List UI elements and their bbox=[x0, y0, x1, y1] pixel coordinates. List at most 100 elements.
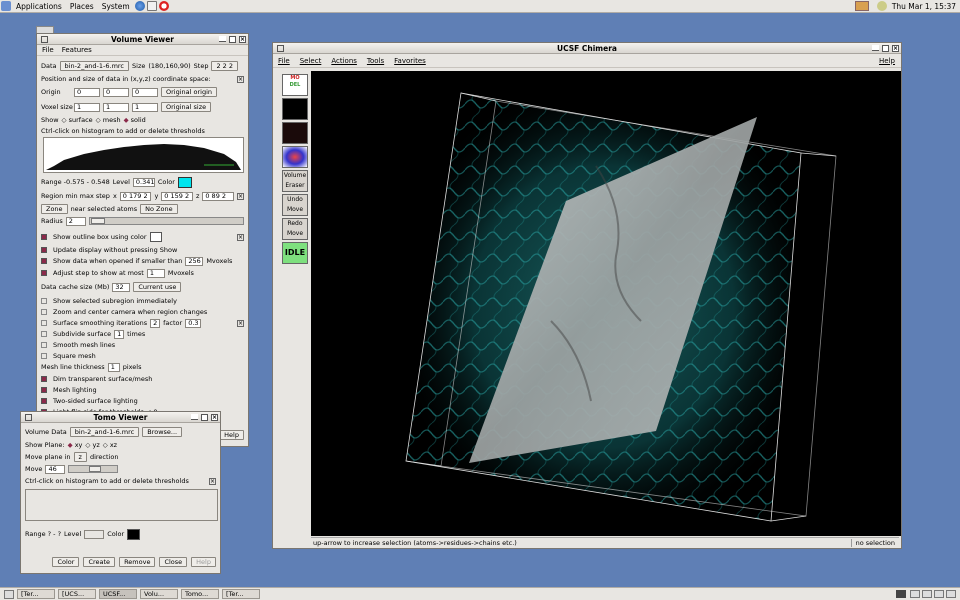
workspace-1-icon[interactable] bbox=[910, 590, 920, 598]
task-ucsf-1[interactable]: [UCS... bbox=[58, 589, 96, 599]
graphics-viewport[interactable] bbox=[311, 71, 901, 536]
help-button[interactable]: Help bbox=[219, 430, 244, 440]
maximize-icon[interactable] bbox=[882, 45, 889, 52]
volume-data-menu[interactable]: bin-2_and-1-6.mrc bbox=[69, 427, 140, 437]
tomo-color-button[interactable]: Color bbox=[52, 557, 80, 567]
smoothing-factor-field[interactable]: 0.3 bbox=[185, 318, 202, 328]
close-histogram-icon[interactable]: × bbox=[209, 477, 216, 485]
task-terminal-2[interactable]: [Ter... bbox=[222, 589, 260, 599]
menu-features[interactable]: Features bbox=[62, 46, 92, 54]
undo-move-button[interactable]: Undo Move bbox=[282, 194, 308, 216]
move-direction-menu[interactable]: z bbox=[73, 452, 87, 462]
move-slider[interactable] bbox=[68, 465, 119, 473]
minimize-icon[interactable] bbox=[872, 45, 879, 51]
tomo-close-button[interactable]: Close bbox=[159, 557, 188, 567]
mesh-thickness-field[interactable]: 1 bbox=[107, 362, 120, 372]
origin-x-field[interactable]: 0 bbox=[74, 87, 100, 97]
tomo-level-field[interactable] bbox=[84, 529, 105, 539]
subdivide-checkbox[interactable] bbox=[41, 331, 47, 337]
window-menu-icon[interactable] bbox=[25, 414, 32, 421]
current-use-button[interactable]: Current use bbox=[133, 282, 182, 292]
task-ucsf-2[interactable]: UCSF... bbox=[99, 589, 137, 599]
plane-yz-radio[interactable]: ◇ yz bbox=[85, 441, 99, 449]
show-desktop-icon[interactable] bbox=[4, 589, 14, 599]
data-menu[interactable]: bin-2_and-1-6.mrc bbox=[59, 61, 130, 71]
region-x-field[interactable]: 0 179 2 bbox=[119, 191, 152, 201]
voxel-x-field[interactable]: 1 bbox=[74, 102, 100, 112]
show-when-opened-checkbox[interactable] bbox=[41, 258, 47, 264]
menu-system[interactable]: System bbox=[98, 2, 134, 11]
minimize-icon[interactable] bbox=[191, 414, 198, 420]
mesh-lighting-checkbox[interactable] bbox=[41, 387, 47, 393]
close-options-icon[interactable]: × bbox=[237, 233, 244, 241]
menu-help[interactable]: Help bbox=[879, 57, 895, 65]
volume-icon[interactable] bbox=[282, 122, 308, 144]
color-swatch[interactable] bbox=[177, 176, 192, 188]
move-field[interactable]: 46 bbox=[45, 464, 66, 474]
task-terminal-1[interactable]: [Ter... bbox=[17, 589, 55, 599]
radius-field[interactable]: 2 bbox=[65, 216, 86, 226]
outline-box-checkbox[interactable] bbox=[41, 234, 47, 240]
tomo-help-button[interactable]: Help bbox=[191, 557, 216, 567]
menu-tools[interactable]: Tools bbox=[367, 57, 384, 65]
show-solid-radio[interactable]: ◆ solid bbox=[124, 116, 146, 124]
show-mesh-radio[interactable]: ◇ mesh bbox=[96, 116, 121, 124]
foot-icon[interactable] bbox=[1, 1, 11, 11]
molecule-icon[interactable] bbox=[282, 146, 308, 168]
network-icon[interactable] bbox=[854, 1, 869, 11]
radius-slider[interactable] bbox=[88, 217, 244, 225]
origin-y-field[interactable]: 0 bbox=[103, 87, 129, 97]
tomo-histogram[interactable] bbox=[25, 489, 218, 521]
mail-icon[interactable] bbox=[146, 1, 157, 11]
smoothing-iterations-field[interactable]: 2 bbox=[150, 318, 161, 328]
no-zone-button[interactable]: No Zone bbox=[140, 204, 178, 214]
outline-color-swatch[interactable] bbox=[149, 232, 162, 242]
model-panel-icon[interactable]: MO DEL bbox=[282, 74, 308, 96]
subdivide-field[interactable]: 1 bbox=[114, 329, 125, 339]
radius-slider-handle[interactable] bbox=[90, 218, 105, 224]
dim-transparent-checkbox[interactable] bbox=[41, 376, 47, 382]
move-slider-handle[interactable] bbox=[89, 466, 102, 472]
subregion-checkbox[interactable] bbox=[41, 298, 47, 304]
task-tomo-viewer[interactable]: Tomo... bbox=[181, 589, 219, 599]
remove-button[interactable]: Remove bbox=[119, 557, 156, 567]
voxel-y-field[interactable]: 1 bbox=[103, 102, 129, 112]
menu-file[interactable]: File bbox=[278, 57, 290, 65]
volume-viewer-titlebar[interactable]: Volume Viewer × bbox=[37, 34, 248, 45]
close-surface-options-icon[interactable]: × bbox=[237, 319, 244, 327]
tomo-viewer-titlebar[interactable]: Tomo Viewer × bbox=[21, 412, 220, 423]
zoom-center-checkbox[interactable] bbox=[41, 309, 47, 315]
plane-xy-radio[interactable]: ◆ xy bbox=[68, 441, 83, 449]
maximize-icon[interactable] bbox=[201, 414, 208, 421]
close-section-icon[interactable]: × bbox=[237, 75, 244, 83]
zone-button[interactable]: Zone bbox=[41, 204, 68, 214]
redo-move-button[interactable]: Redo Move bbox=[282, 218, 308, 240]
voxel-z-field[interactable]: 1 bbox=[132, 102, 158, 112]
origin-z-field[interactable]: 0 bbox=[132, 87, 158, 97]
update-display-checkbox[interactable] bbox=[41, 247, 47, 253]
close-icon[interactable]: × bbox=[239, 36, 246, 43]
minimize-icon[interactable] bbox=[219, 36, 226, 42]
histogram[interactable] bbox=[43, 137, 244, 173]
menu-applications[interactable]: Applications bbox=[12, 2, 66, 11]
plane-xz-radio[interactable]: ◇ xz bbox=[103, 441, 117, 449]
close-icon[interactable]: × bbox=[211, 414, 218, 421]
square-mesh-checkbox[interactable] bbox=[41, 353, 47, 359]
region-z-field[interactable]: 0 89 2 bbox=[202, 191, 234, 201]
menu-file[interactable]: File bbox=[42, 46, 54, 54]
two-sided-checkbox[interactable] bbox=[41, 398, 47, 404]
cache-size-field[interactable]: 32 bbox=[112, 282, 131, 292]
original-origin-button[interactable]: Original origin bbox=[161, 87, 218, 97]
browser-icon[interactable] bbox=[134, 1, 145, 11]
menu-favorites[interactable]: Favorites bbox=[394, 57, 426, 65]
menu-select[interactable]: Select bbox=[300, 57, 322, 65]
help-icon[interactable] bbox=[158, 1, 169, 11]
workspace-3-icon[interactable] bbox=[934, 590, 944, 598]
browse-button[interactable]: Browse... bbox=[142, 427, 183, 437]
window-menu-icon[interactable] bbox=[41, 36, 48, 43]
side-view-icon[interactable] bbox=[282, 98, 308, 120]
tray-monitor-icon[interactable] bbox=[896, 590, 906, 598]
region-y-field[interactable]: 0 159 2 bbox=[161, 191, 193, 201]
menu-places[interactable]: Places bbox=[66, 2, 98, 11]
workspace-4-icon[interactable] bbox=[946, 590, 956, 598]
